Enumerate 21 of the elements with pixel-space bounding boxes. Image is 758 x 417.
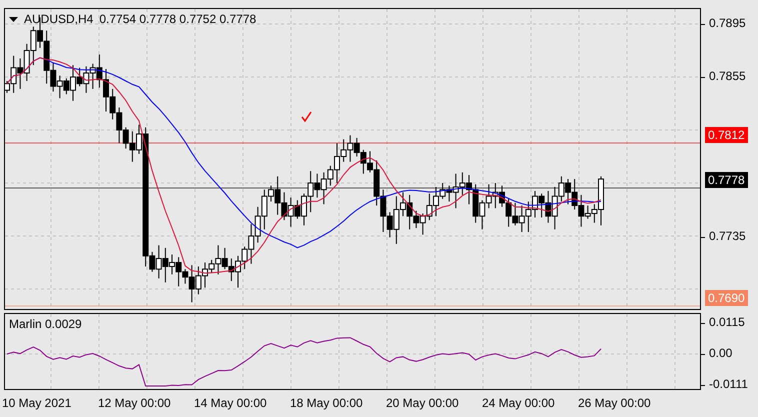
indicator-scale-label: 0.00 xyxy=(709,346,732,360)
symbol-title: AUDUSD,H4 xyxy=(24,12,94,26)
time-axis-label: 14 May 00:00 xyxy=(194,396,267,410)
price-quote: 0.7754 0.7778 0.7752 0.7778 xyxy=(99,12,256,26)
dropdown-triangle-icon[interactable] xyxy=(9,16,18,22)
indicator-scale-label: -0.0111 xyxy=(709,377,748,391)
indicator-scale-label: 0.0115 xyxy=(709,315,745,329)
price-tag: 0.7690 xyxy=(705,290,748,306)
time-axis-label: 24 May 00:00 xyxy=(482,396,555,410)
price-axis-label: 0.7735 xyxy=(709,229,746,243)
time-axis-label: 12 May 00:00 xyxy=(98,396,171,410)
price-tag: 0.7778 xyxy=(705,172,748,188)
time-axis-label: 20 May 00:00 xyxy=(386,396,459,410)
time-axis-label: 26 May 00:00 xyxy=(578,396,651,410)
time-axis-label: 10 May 2021 xyxy=(2,396,72,410)
price-tag: 0.7812 xyxy=(705,127,748,143)
time-axis-label: 18 May 00:00 xyxy=(290,396,363,410)
indicator-label: Marlin 0.0029 xyxy=(9,317,82,331)
price-axis-label: 0.7855 xyxy=(709,69,746,83)
checkmark-icon xyxy=(301,112,312,122)
price-axis-label: 0.7895 xyxy=(709,16,746,30)
